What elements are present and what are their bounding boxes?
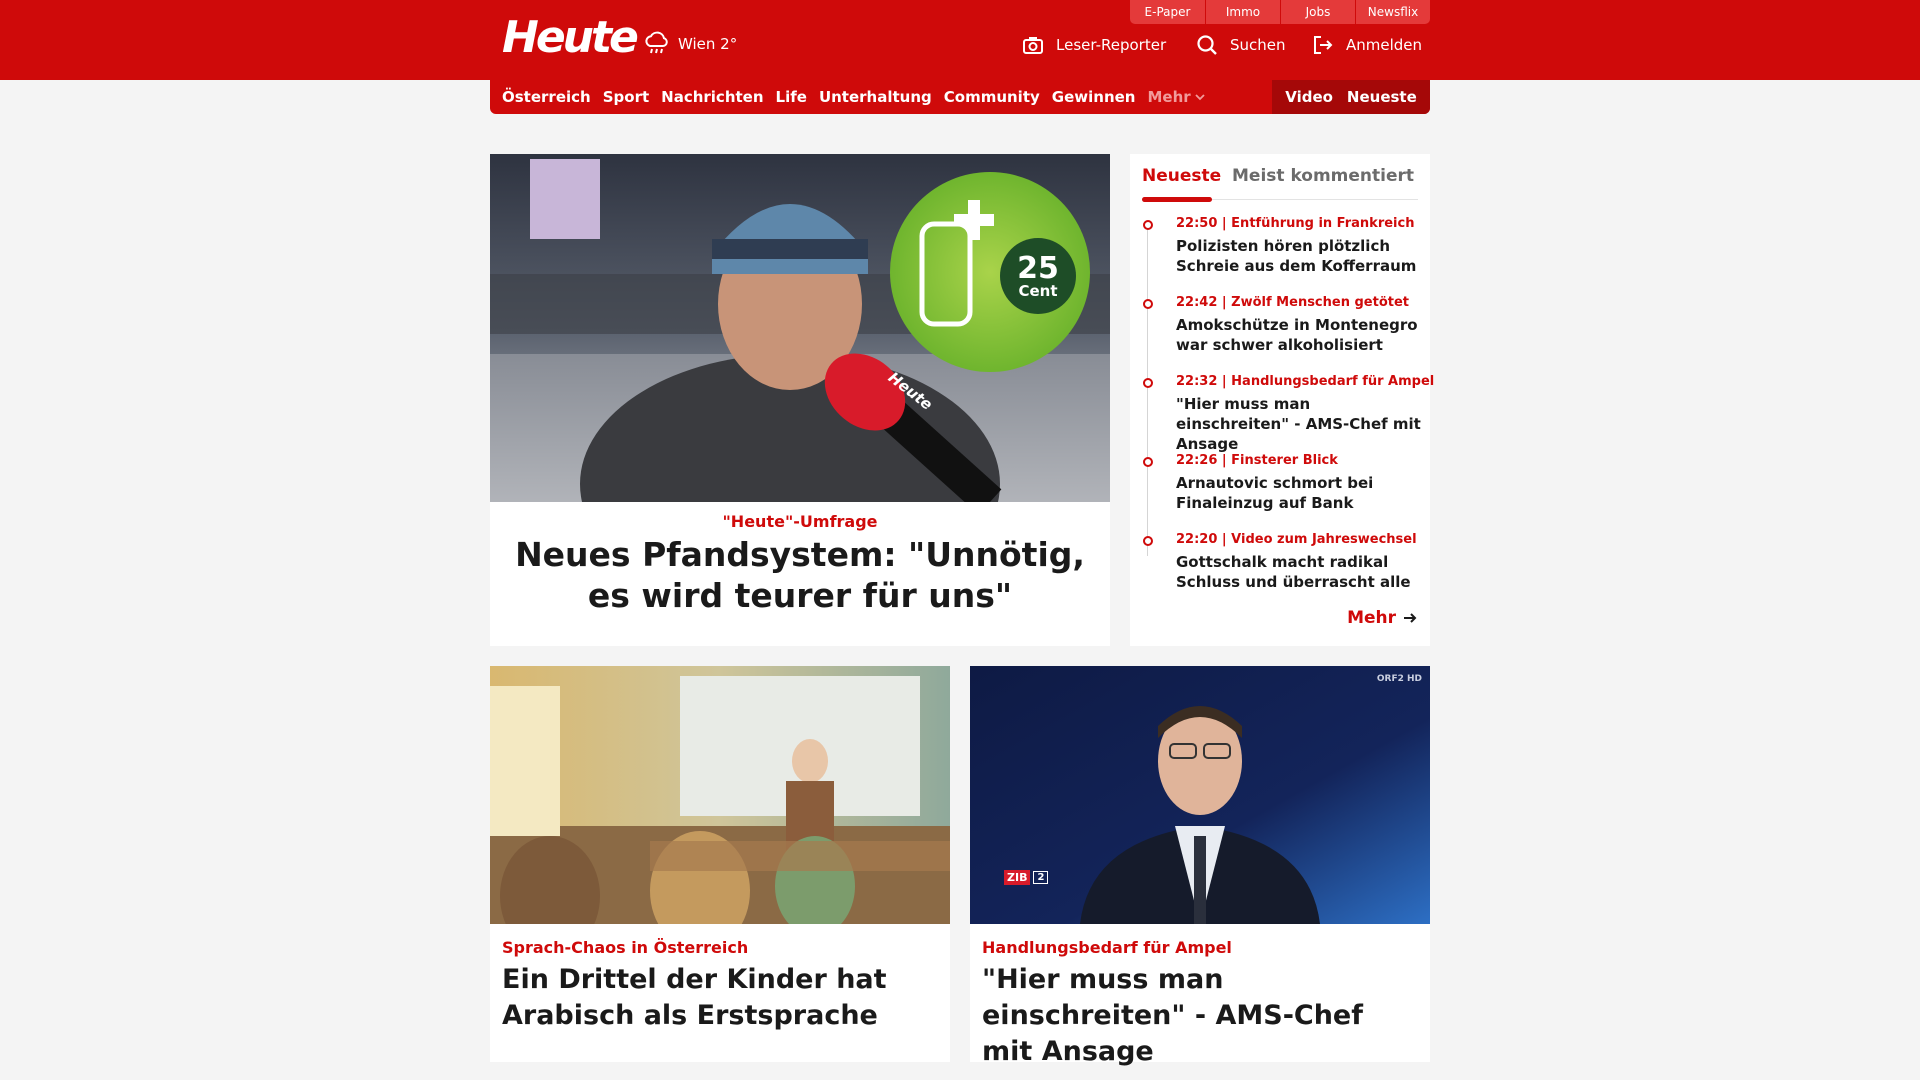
news-meta: 22:50 | Entführung in Frankreich [1176, 216, 1415, 231]
zib-channel: 2 [1033, 871, 1049, 884]
nav-item-community[interactable]: Community [944, 88, 1040, 106]
news-meta: 22:20 | Video zum Jahreswechsel [1176, 532, 1417, 547]
nav-item-unterhaltung[interactable]: Unterhaltung [819, 88, 932, 106]
sidebar-more-link[interactable]: Mehr [1347, 608, 1418, 628]
header-inner: Heute Wien 2° E-Paper Immo Jobs Newsflix… [490, 0, 1430, 80]
classroom-illustration [490, 666, 950, 924]
nav-right-group: Video Neueste [1272, 80, 1430, 114]
nav-item-oesterreich[interactable]: Österreich [502, 88, 591, 106]
tv-studio-illustration [970, 666, 1430, 924]
timeline-dot-icon [1143, 378, 1153, 388]
hero-kicker[interactable]: "Heute"-Umfrage [490, 512, 1110, 531]
article-headline[interactable]: Ein Drittel der Kinder hat Arabisch als … [502, 962, 938, 1034]
timeline-dot-icon [1143, 220, 1153, 230]
nav-item-gewinnen[interactable]: Gewinnen [1052, 88, 1136, 106]
site-header: Heute Wien 2° E-Paper Immo Jobs Newsflix… [0, 0, 1920, 80]
timeline-dot-icon [1143, 457, 1153, 467]
latest-news-sidebar: Neueste Meist kommentiert 22:50 | Entfüh… [1130, 154, 1434, 646]
weather-text: Wien 2° [678, 35, 738, 53]
article-headline[interactable]: "Hier muss man einschreiten" - AMS-Chef … [982, 962, 1418, 1070]
login-label: Anmelden [1346, 36, 1423, 54]
article-kicker[interactable]: Handlungsbedarf für Ampel [982, 938, 1232, 957]
external-tabs: E-Paper Immo Jobs Newsflix [1130, 0, 1430, 24]
hero-headline[interactable]: Neues Pfandsystem: "Unnötig, es wird teu… [500, 534, 1100, 616]
nav-item-nachrichten[interactable]: Nachrichten [661, 88, 763, 106]
weather-widget[interactable]: Wien 2° [642, 30, 737, 58]
hero-article[interactable]: 25 Cent Heute "Heute"-Umfrage Neues Pfan… [490, 154, 1110, 646]
hero-photo-illustration [490, 154, 1110, 502]
news-meta: 22:32 | Handlungsbedarf für Ampel [1176, 374, 1435, 389]
tab-immo[interactable]: Immo [1205, 0, 1280, 24]
tab-epaper[interactable]: E-Paper [1130, 0, 1205, 24]
tab-newsflix[interactable]: Newsflix [1355, 0, 1430, 24]
timeline-line [1147, 224, 1148, 556]
tab-jobs[interactable]: Jobs [1280, 0, 1355, 24]
pfand-badge-value: 25 [1017, 251, 1059, 286]
chevron-down-icon [1195, 94, 1205, 101]
zib2-logo: ZIB 2 [1004, 870, 1049, 885]
login-button[interactable]: Anmelden [1312, 34, 1422, 56]
pfand-badge-unit: Cent [1018, 282, 1058, 300]
news-meta: 22:42 | Zwölf Menschen getötet [1176, 295, 1410, 310]
site-logo[interactable]: Heute [502, 12, 639, 64]
article-image-classroom[interactable] [490, 666, 950, 924]
login-icon [1314, 36, 1333, 54]
search-button[interactable]: Suchen [1196, 34, 1286, 56]
timeline-dot-icon [1143, 299, 1153, 309]
sidebar-tabs: Neueste Meist kommentiert [1142, 162, 1418, 202]
article-image-tv-studio[interactable]: ZIB 2 ORF2 HD [970, 666, 1430, 924]
nav-item-video[interactable]: Video [1285, 88, 1333, 106]
leser-reporter-button[interactable]: Leser-Reporter [1022, 34, 1166, 56]
nav-item-sport[interactable]: Sport [603, 88, 649, 106]
arrow-right-icon [1404, 613, 1417, 623]
tab-neueste[interactable]: Neueste [1142, 166, 1221, 186]
nav-item-neueste[interactable]: Neueste [1347, 88, 1417, 106]
news-headline[interactable]: "Hier muss man einschreiten" - AMS-Chef … [1176, 394, 1426, 454]
search-label: Suchen [1230, 36, 1286, 54]
active-tab-indicator [1142, 197, 1212, 202]
orf2-hd-logo: ORF2 HD [1376, 674, 1422, 684]
hero-image[interactable]: 25 Cent Heute [490, 154, 1110, 502]
nav-items: Österreich Sport Nachrichten Life Unterh… [502, 80, 1205, 114]
search-icon [1197, 35, 1217, 55]
nav-more-label: Mehr [1147, 88, 1191, 106]
news-meta: 22:26 | Finsterer Blick [1176, 453, 1338, 468]
leser-reporter-label: Leser-Reporter [1056, 36, 1167, 54]
news-headline[interactable]: Arnautovic schmort bei Finaleinzug auf B… [1176, 473, 1426, 513]
camera-icon [1023, 37, 1043, 54]
zib-logo-text: ZIB [1004, 870, 1031, 885]
news-headline[interactable]: Gottschalk macht radikal Schluss und übe… [1176, 552, 1426, 592]
article-kicker[interactable]: Sprach-Chaos in Österreich [502, 938, 748, 957]
article-card[interactable]: ZIB 2 ORF2 HD Handlungsbedarf für Ampel … [970, 666, 1430, 1067]
news-headline[interactable]: Amokschütze in Montenegro war schwer alk… [1176, 315, 1426, 355]
nav-more-dropdown[interactable]: Mehr [1147, 88, 1205, 106]
main-navigation: Österreich Sport Nachrichten Life Unterh… [490, 80, 1430, 114]
timeline-dot-icon [1143, 536, 1153, 546]
nav-item-life[interactable]: Life [776, 88, 807, 106]
tab-meist-kommentiert[interactable]: Meist kommentiert [1232, 166, 1414, 186]
news-headline[interactable]: Polizisten hören plötzlich Schreie aus d… [1176, 236, 1426, 276]
article-card[interactable]: Sprach-Chaos in Österreich Ein Drittel d… [490, 666, 950, 1062]
sidebar-more-label: Mehr [1347, 608, 1396, 628]
rain-cloud-icon [645, 31, 668, 54]
